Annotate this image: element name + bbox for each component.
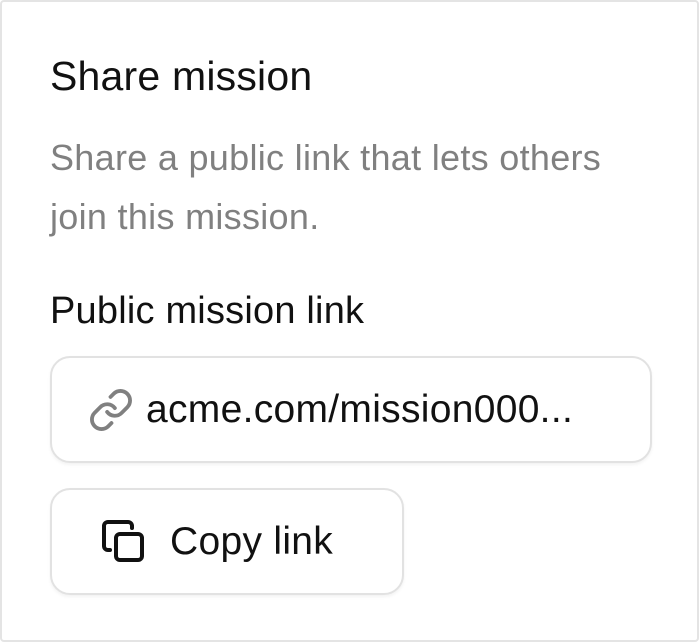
public-link-value: acme.com/mission000... xyxy=(146,387,574,431)
copy-link-label: Copy link xyxy=(170,519,334,563)
dialog-description: Share a public link that lets others joi… xyxy=(50,137,602,237)
copy-icon xyxy=(100,518,148,566)
public-link-label: Public mission link xyxy=(50,290,365,332)
share-mission-card: Share mission Share a public link that l… xyxy=(0,0,699,642)
link-icon xyxy=(88,387,134,433)
public-link-field[interactable]: acme.com/mission000... xyxy=(50,356,652,463)
copy-link-button[interactable]: Copy link xyxy=(50,488,404,595)
dialog-title: Share mission xyxy=(50,53,313,99)
